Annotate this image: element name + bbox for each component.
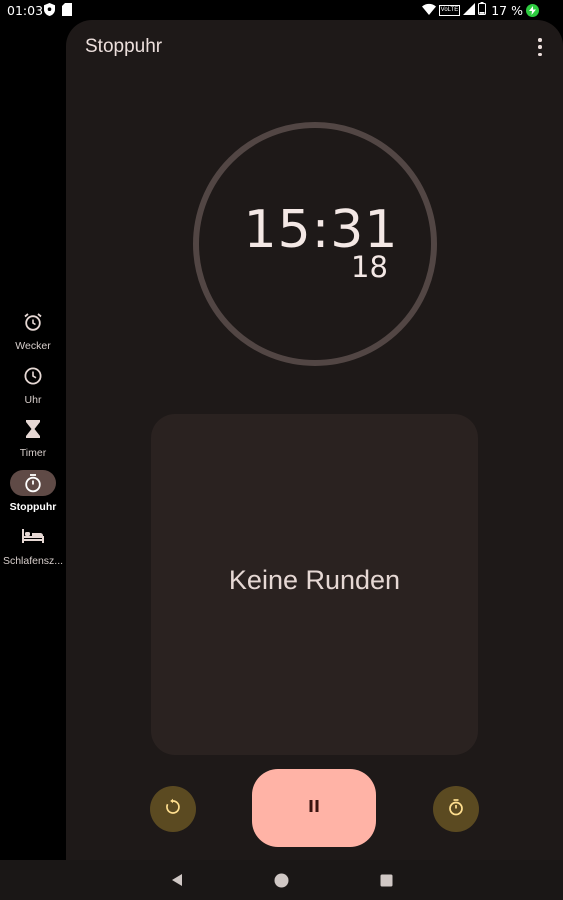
rail-item-schlafenszeit[interactable]: Schlafensz... [0, 524, 66, 568]
recents-icon[interactable] [378, 872, 394, 888]
elapsed-time: 15:31 [243, 200, 399, 260]
reset-button[interactable] [150, 786, 196, 832]
battery-percent: 17 % [491, 2, 523, 18]
status-time: 01:03 [7, 3, 44, 18]
pause-button[interactable] [252, 769, 376, 847]
rail-label: Uhr [24, 394, 42, 406]
rail-label: Schlafensz... [2, 555, 64, 567]
reset-icon [164, 798, 182, 821]
home-icon[interactable] [273, 872, 289, 888]
pause-icon [308, 799, 320, 817]
battery-icon [478, 2, 487, 18]
laps-panel: Keine Runden [151, 414, 478, 755]
elapsed-hundredths: 18 [351, 250, 388, 284]
charging-icon [526, 3, 539, 17]
rail-label: Stoppuhr [9, 501, 57, 513]
signal-icon [463, 2, 476, 18]
stopwatch-icon [18, 471, 48, 495]
laps-empty-text: Keine Runden [228, 565, 401, 595]
page-title: Stoppuhr [85, 36, 163, 57]
status-bar: 01:03 VoLTE 17 % [0, 0, 563, 20]
lap-button[interactable] [433, 786, 479, 832]
bed-icon [18, 524, 48, 548]
alarm-icon [18, 310, 48, 334]
clock-icon [18, 364, 48, 388]
volte-badge: VoLTE [438, 4, 461, 16]
rail-item-wecker[interactable]: Wecker [0, 310, 66, 354]
stopwatch-screen: Stoppuhr 15:31 18 Keine Runden [66, 20, 563, 880]
rail-label: Wecker [15, 340, 51, 352]
stopwatch-lap-icon [447, 798, 465, 821]
rail-label: Timer [19, 447, 47, 459]
back-icon[interactable] [169, 872, 185, 888]
overflow-menu-icon[interactable] [535, 38, 545, 56]
rail-item-uhr[interactable]: Uhr [0, 364, 66, 408]
hourglass-icon [18, 417, 48, 441]
status-right-group: VoLTE 17 % [421, 2, 539, 18]
wifi-icon [421, 3, 436, 18]
system-navigation-bar [0, 860, 563, 900]
shield-icon [44, 3, 56, 16]
rail-item-stoppuhr[interactable]: Stoppuhr [0, 469, 66, 517]
rail-item-timer[interactable]: Timer [0, 417, 66, 461]
stopwatch-dial: 15:31 18 [193, 122, 437, 366]
navigation-rail: Wecker Uhr Timer Stoppuhr Schlafensz... [0, 20, 66, 860]
sim-card-icon [62, 3, 74, 16]
